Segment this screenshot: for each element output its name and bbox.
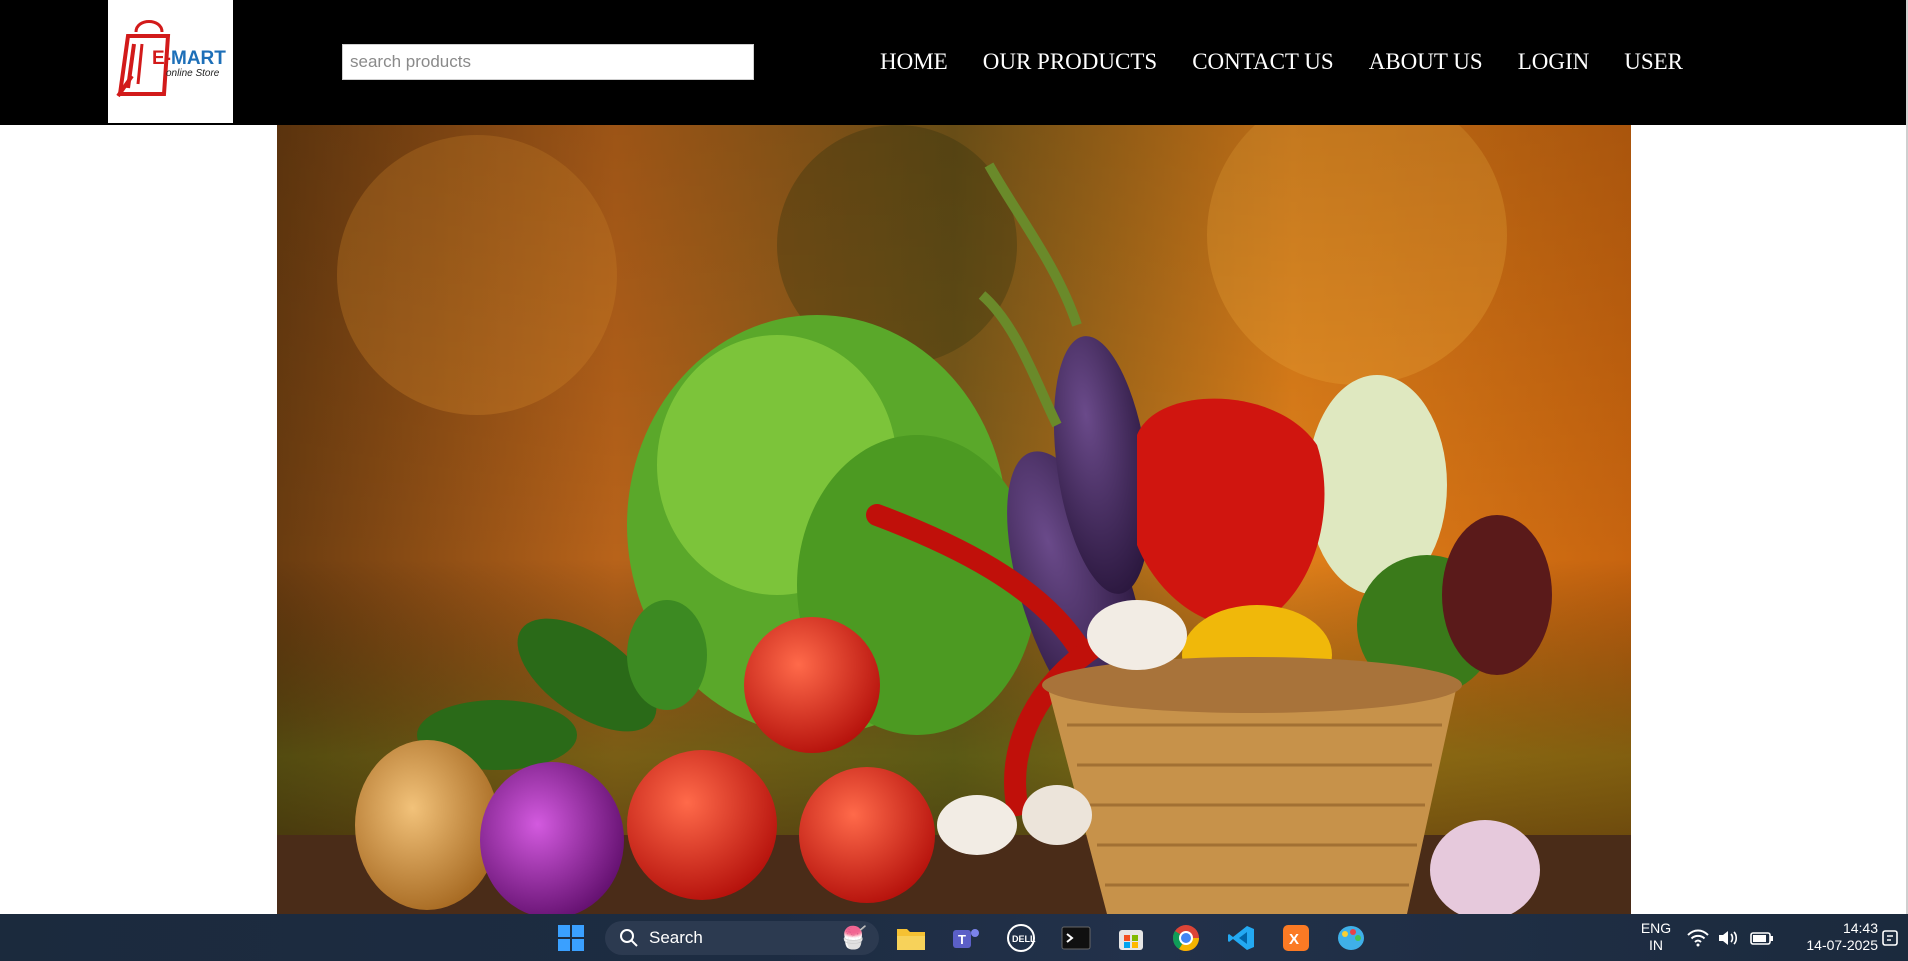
taskbar-search-label: Search xyxy=(649,928,703,947)
battery-icon[interactable] xyxy=(1748,922,1776,954)
site-logo[interactable]: E-MART online Store xyxy=(108,0,233,123)
store-icon[interactable] xyxy=(1115,922,1147,954)
search-input[interactable] xyxy=(342,44,754,80)
language-indicator[interactable]: ENG IN xyxy=(1638,920,1674,954)
nav-home-link[interactable]: HOME xyxy=(880,46,948,78)
taskbar-search-box[interactable]: Search 🍧 xyxy=(605,921,879,955)
search-highlight-icon: 🍧 xyxy=(839,925,867,950)
wifi-icon[interactable] xyxy=(1686,922,1710,954)
site-header: E-MART online Store HOME OUR PRODUCTS CO… xyxy=(0,0,1908,125)
nav-user-link[interactable]: USER xyxy=(1624,46,1683,78)
language-code: ENG xyxy=(1640,920,1672,936)
volume-icon[interactable] xyxy=(1716,922,1740,954)
nav-our-products-link[interactable]: OUR PRODUCTS xyxy=(983,46,1157,78)
paint-icon[interactable] xyxy=(1335,922,1367,954)
notification-icon[interactable] xyxy=(1878,922,1904,954)
vegetable-basket-image xyxy=(277,125,1631,914)
region-code: IN xyxy=(1649,937,1663,953)
svg-text:T: T xyxy=(958,932,966,947)
nav-about-us-link[interactable]: ABOUT US xyxy=(1369,46,1483,78)
nav-login-link[interactable]: LOGIN xyxy=(1518,46,1590,78)
xampp-icon[interactable]: X xyxy=(1280,922,1312,954)
svg-text:DELL: DELL xyxy=(1012,934,1036,944)
logo-brand-name: E-MART xyxy=(152,48,226,69)
chrome-icon[interactable] xyxy=(1170,922,1202,954)
logo-tagline: online Store xyxy=(166,68,220,79)
terminal-icon[interactable] xyxy=(1060,922,1092,954)
clock[interactable]: 14:43 14-07-2025 xyxy=(1788,920,1878,954)
teams-icon[interactable]: T xyxy=(950,922,982,954)
nav-contact-us-link[interactable]: CONTACT US xyxy=(1192,46,1334,78)
windows-start-icon[interactable] xyxy=(555,922,587,954)
file-explorer-icon[interactable] xyxy=(895,922,927,954)
windows-taskbar: Search 🍧 T DELL X ENG IN 14:43 14-07-202… xyxy=(0,914,1908,961)
svg-text:X: X xyxy=(1289,931,1299,948)
search-icon xyxy=(620,929,638,947)
vscode-icon[interactable] xyxy=(1225,922,1257,954)
clock-date: 14-07-2025 xyxy=(1806,937,1878,953)
clock-time: 14:43 xyxy=(1842,920,1878,936)
dell-icon[interactable]: DELL xyxy=(1005,922,1037,954)
hero-banner xyxy=(277,125,1631,914)
main-nav: HOME OUR PRODUCTS CONTACT US ABOUT US LO… xyxy=(880,46,1683,78)
